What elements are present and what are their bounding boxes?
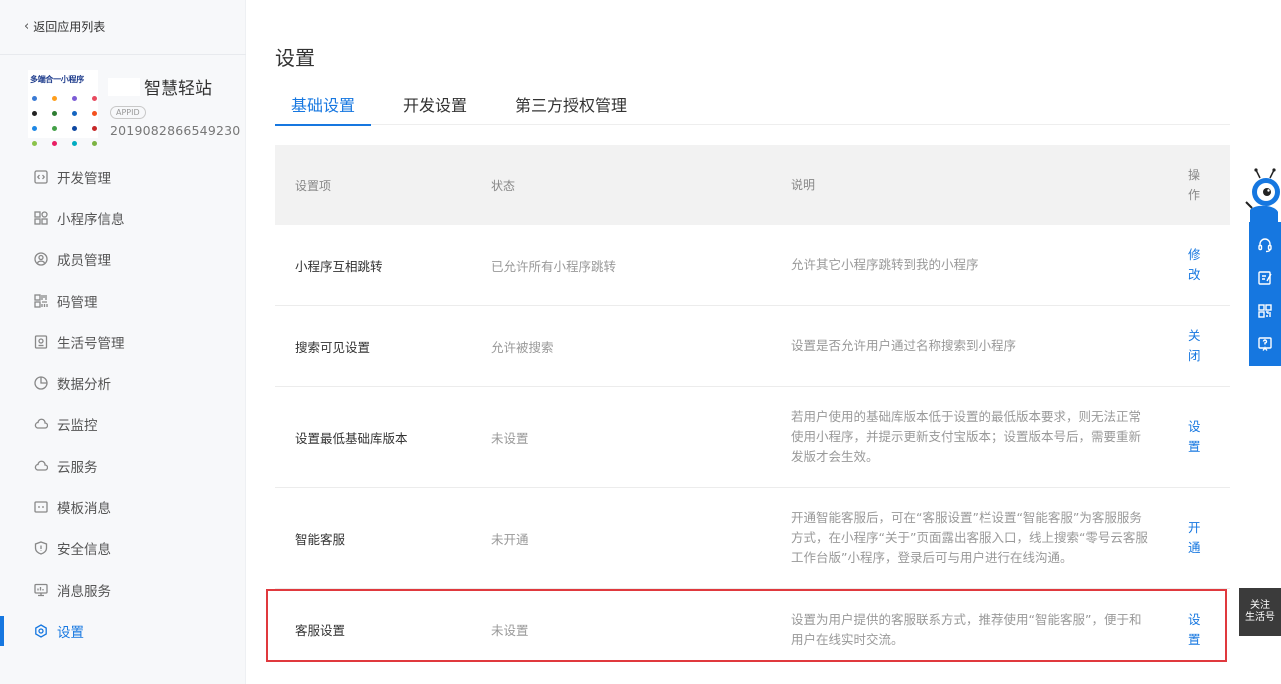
header-action: 操作 <box>1188 168 1201 202</box>
page-title: 设置 <box>275 46 315 70</box>
row-description: 设置为用户提供的客服联系方式，推荐使用“智能客服”，便于和用户在线实时交流。 <box>791 611 1142 647</box>
app-name: 智慧轻站 <box>108 74 212 99</box>
sidebar-item-label: 消息服务 <box>57 583 111 600</box>
floating-toolbar <box>1249 222 1281 366</box>
sidebar-item-label: 模板消息 <box>57 501 111 518</box>
cloud-icon <box>34 459 48 473</box>
chevron-left-icon: ‹ <box>24 19 30 34</box>
app-logo: 多端合一小程序 <box>28 70 98 146</box>
user-icon <box>34 252 48 266</box>
sidebar-item-template-messages[interactable]: 模板消息 <box>0 486 246 527</box>
sidebar-item-settings[interactable]: 设置 <box>0 610 246 651</box>
row-status: 允许被搜索 <box>491 339 554 355</box>
gear-icon <box>34 624 48 638</box>
settings-table: 设置项 状态 说明 操作 小程序互相跳转 已允许所有小程序跳转 允许其它小程序跳… <box>275 145 1230 670</box>
sidebar-item-label: 生活号管理 <box>57 335 125 352</box>
sidebar-item-miniapp-info[interactable]: 小程序信息 <box>0 197 246 238</box>
qrcode-icon[interactable] <box>1257 303 1273 319</box>
app-card: 多端合一小程序 智慧轻站 APPID 2019082866549230 <box>28 70 241 146</box>
follow-life-account-button[interactable]: 关注 生活号 <box>1239 588 1281 636</box>
sidebar-item-data-analysis[interactable]: 数据分析 <box>0 362 246 403</box>
headset-icon[interactable] <box>1257 237 1273 253</box>
back-link-label: 返回应用列表 <box>33 20 106 34</box>
row-name: 智能客服 <box>295 531 346 547</box>
row-name: 客服设置 <box>295 623 346 638</box>
row-name: 搜索可见设置 <box>295 339 371 355</box>
close-link[interactable]: 关闭 <box>1163 326 1230 366</box>
follow-button-line2: 生活号 <box>1245 612 1275 623</box>
sidebar-item-label: 成员管理 <box>57 253 111 270</box>
row-description: 设置是否允许用户通过名称搜索到小程序 <box>791 338 1017 353</box>
life-account-icon <box>34 335 48 349</box>
row-description: 允许其它小程序跳转到我的小程序 <box>791 257 979 272</box>
sidebar-item-members[interactable]: 成员管理 <box>0 239 246 280</box>
app-name-text: 智慧轻站 <box>144 79 212 99</box>
table-row: 客服设置 未设置 设置为用户提供的客服联系方式，推荐使用“智能客服”，便于和用户… <box>275 589 1230 670</box>
table-row: 搜索可见设置 允许被搜索 设置是否允许用户通过名称搜索到小程序 关闭 <box>275 306 1230 387</box>
row-description: 若用户使用的基础库版本低于设置的最低版本要求，则无法正常使用小程序，并提示更新支… <box>791 409 1142 464</box>
sidebar-item-cloud-service[interactable]: 云服务 <box>0 445 246 486</box>
message-template-icon <box>34 500 48 514</box>
appid-badge: APPID <box>110 106 146 119</box>
sidebar: ‹ 返回应用列表 多端合一小程序 智慧轻站 APPID 201908286654… <box>0 0 246 684</box>
monitor-icon <box>34 583 48 597</box>
sidebar-item-life-account[interactable]: 生活号管理 <box>0 321 246 362</box>
table-row: 设置最低基础库版本 未设置 若用户使用的基础库版本低于设置的最低版本要求，则无法… <box>275 387 1230 488</box>
row-status: 未设置 <box>491 430 529 446</box>
mascot-icon[interactable] <box>1244 168 1281 224</box>
pie-chart-icon <box>34 376 48 390</box>
grid-icon <box>34 211 48 225</box>
appid-value: 2019082866549230 <box>110 123 241 138</box>
header-setting-item: 设置项 <box>295 178 332 193</box>
settings-tabs: 基础设置 开发设置 第三方授权管理 <box>275 94 1230 126</box>
sidebar-divider <box>0 54 246 55</box>
qrcode-icon <box>34 293 48 308</box>
sidebar-item-code-management[interactable]: 码管理 <box>0 280 246 321</box>
sidebar-item-label: 数据分析 <box>57 377 111 394</box>
sidebar-nav: 开发管理 小程序信息 成员管理 码管理 生活号管理 数据分析 云监控 云服务 模… <box>0 156 246 652</box>
app-logo-text: 多端合一小程序 <box>30 75 84 84</box>
sidebar-item-label: 开发管理 <box>57 170 111 187</box>
sidebar-item-label: 码管理 <box>57 294 98 311</box>
follow-button-line1: 关注 <box>1250 600 1270 611</box>
set-link[interactable]: 设置 <box>1163 417 1230 457</box>
tab-basic-settings[interactable]: 基础设置 <box>275 94 372 126</box>
help-icon[interactable] <box>1257 336 1273 352</box>
sidebar-item-message-service[interactable]: 消息服务 <box>0 569 246 610</box>
tab-third-party-auth[interactable]: 第三方授权管理 <box>499 94 643 125</box>
header-status: 状态 <box>491 178 516 193</box>
back-to-app-list-link[interactable]: ‹ 返回应用列表 <box>24 18 105 35</box>
code-icon <box>34 169 48 184</box>
table-header: 设置项 状态 说明 操作 <box>275 145 1230 225</box>
set-link[interactable]: 设置 <box>1163 610 1230 650</box>
activate-link[interactable]: 开通 <box>1163 518 1230 558</box>
shield-icon <box>34 541 48 555</box>
row-name: 小程序互相跳转 <box>295 258 383 274</box>
cloud-icon <box>34 417 48 431</box>
sidebar-item-label: 云监控 <box>57 418 98 435</box>
redacted-region <box>108 77 140 96</box>
modify-link[interactable]: 修改 <box>1163 245 1230 285</box>
sidebar-item-label: 云服务 <box>57 459 98 476</box>
sidebar-item-label: 小程序信息 <box>57 211 125 228</box>
sidebar-item-security-info[interactable]: 安全信息 <box>0 528 246 569</box>
sidebar-item-dev-management[interactable]: 开发管理 <box>0 156 246 197</box>
header-description: 说明 <box>791 178 816 192</box>
sidebar-item-label: 设置 <box>57 624 84 641</box>
row-status: 未设置 <box>491 623 529 638</box>
table-row: 小程序互相跳转 已允许所有小程序跳转 允许其它小程序跳转到我的小程序 修改 <box>275 225 1230 306</box>
sidebar-item-cloud-monitor[interactable]: 云监控 <box>0 404 246 445</box>
row-status: 未开通 <box>491 531 529 547</box>
main-content: 设置 基础设置 开发设置 第三方授权管理 设置项 状态 说明 操作 小程序互相跳… <box>275 0 1230 684</box>
sidebar-item-label: 安全信息 <box>57 542 111 559</box>
table-row: 智能客服 未开通 开通智能客服后，可在“客服设置”栏设置“智能客服”为客服服务方… <box>275 488 1230 589</box>
tab-dev-settings[interactable]: 开发设置 <box>387 94 483 125</box>
edit-icon[interactable] <box>1257 270 1273 286</box>
row-status: 已允许所有小程序跳转 <box>491 258 617 274</box>
row-description: 开通智能客服后，可在“客服设置”栏设置“智能客服”为客服服务方式，在小程序“关于… <box>791 510 1148 565</box>
row-name: 设置最低基础库版本 <box>295 430 408 446</box>
